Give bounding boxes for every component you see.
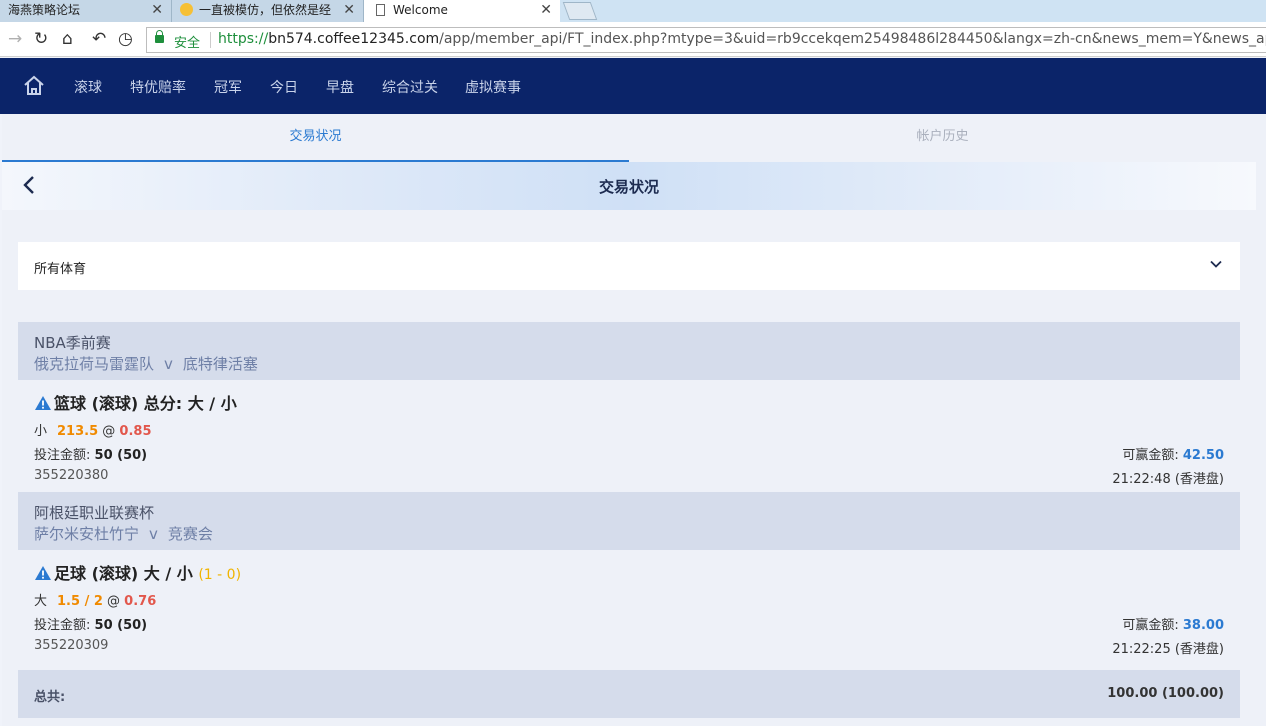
stake-line: 投注金额: 50 (50) [34,444,147,463]
match-header: NBA季前赛 俄克拉荷马雷霆队 v 底特律活塞 [18,322,1240,380]
tab-transactions[interactable]: 交易状况 [2,114,629,162]
home-icon[interactable]: ⌂ [62,29,73,49]
bet-selection: 小 213.5 @ 0.85 [34,420,152,439]
win-value: 42.50 [1182,448,1224,463]
win-value: 38.00 [1182,618,1224,633]
bet-time: 21:22:48 (香港盘) [1112,472,1224,487]
odds-value: 0.76 [124,594,157,609]
browser-tab[interactable]: 一直被模仿，但依然是经 ✕ [172,0,364,22]
browser-toolbar: → ↻ ⌂ ↶ ◷ 安全 https://bn574.coffee12345.c… [0,22,1266,57]
lock-icon [155,30,164,43]
tab-title: Welcome [393,3,448,17]
document-icon [376,4,385,16]
menu-item-special-odds[interactable]: 特优赔率 [130,77,186,97]
url-scheme: https:// [218,31,269,47]
ticket-id: 355220309 [34,638,109,653]
menu-item-parlay[interactable]: 综合过关 [382,77,438,97]
win-label: 可赢金额: [1122,618,1179,633]
new-tab-button[interactable] [562,2,598,20]
tab-account-history[interactable]: 帐户历史 [629,114,1256,162]
close-icon[interactable]: ✕ [540,0,552,20]
away-team: 底特律活塞 [182,355,258,373]
home-icon[interactable] [22,74,46,98]
total-value: 100.00 (100.00) [1107,686,1224,701]
handicap-value: 1.5 / 2 [57,594,103,609]
menu-item-today[interactable]: 今日 [270,77,298,97]
page-subheader: 交易状况 [2,162,1256,210]
live-score: (1 - 0) [198,567,242,583]
browser-tab-active[interactable]: Welcome ✕ [364,0,560,22]
at-symbol: @ [102,424,116,439]
url-text: https://bn574.coffee12345.com/app/member… [218,31,1266,47]
menu-item-virtual[interactable]: 虚拟赛事 [465,77,521,97]
bet-item: 篮球 (滚球) 总分: 大 / 小 小 213.5 @ 0.85 投注金额: 50… [18,380,1240,492]
stake-line: 投注金额: 50 (50) [34,614,147,633]
odds-value: 0.85 [119,424,152,439]
forward-icon[interactable]: → [8,29,22,49]
bet-market: 足球 (滚球) 大 / 小 (1 - 0) [34,560,241,584]
away-team: 竞赛会 [167,525,213,543]
bet-time: 21:22:25 (香港盘) [1112,642,1224,657]
sport-filter-dropdown[interactable]: 所有体育 [18,242,1240,290]
total-bar: 总共: 100.00 (100.00) [18,670,1240,718]
chevron-down-icon [1210,260,1222,268]
history-icon[interactable]: ◷ [118,29,133,49]
favicon-icon [180,3,193,16]
selection-label: 大 [34,594,48,609]
undo-icon[interactable]: ↶ [92,29,106,49]
divider [210,32,211,48]
vs-label: v [149,525,158,543]
tab-title: 海燕策略论坛 [8,3,81,17]
win-line: 可赢金额: 38.00 [1122,614,1224,633]
stake-label: 投注金额: [34,448,91,463]
warning-icon [35,566,51,580]
win-line: 可赢金额: 42.50 [1122,444,1224,463]
match-teams: 萨尔米安杜竹宁 v 竞赛会 [34,523,213,544]
home-team: 俄克拉荷马雷霆队 [34,355,155,373]
stake-label: 投注金额: [34,618,91,633]
app-header: 滚球 特优赔率 冠军 今日 早盘 综合过关 虚拟赛事 [0,58,1266,114]
market-label: 篮球 (滚球) 总分: 大 / 小 [54,394,237,413]
account-tabs: 交易状况 帐户历史 [2,114,1256,162]
league-name: NBA季前赛 [34,334,111,352]
address-bar[interactable]: 安全 https://bn574.coffee12345.com/app/mem… [146,27,1266,53]
bet-item: 足球 (滚球) 大 / 小 (1 - 0) 大 1.5 / 2 @ 0.76 投注… [18,550,1240,662]
url-host: bn574.coffee12345.com [268,31,440,47]
reload-icon[interactable]: ↻ [34,29,48,49]
market-label: 足球 (滚球) 大 / 小 [54,564,193,583]
close-icon[interactable]: ✕ [343,0,355,20]
main-content: 交易状况 帐户历史 交易状况 所有体育 NBA季前赛 俄克拉荷马雷霆队 v 底特律活… [2,114,1266,726]
menu-item-early[interactable]: 早盘 [326,77,354,97]
vs-label: v [164,355,173,373]
menu-item-inplay[interactable]: 滚球 [74,77,102,97]
browser-tab[interactable]: 海燕策略论坛 ✕ [0,0,172,22]
stake-value: 50 (50) [94,448,148,463]
browser-tab-strip: 海燕策略论坛 ✕ 一直被模仿，但依然是经 ✕ Welcome ✕ [0,0,1266,22]
total-label: 总共: [34,690,66,705]
ticket-id: 355220380 [34,468,109,483]
close-icon[interactable]: ✕ [151,0,163,20]
selection-label: 小 [34,424,48,439]
menu-item-outright[interactable]: 冠军 [214,77,242,97]
stake-value: 50 (50) [94,618,148,633]
match-header: 阿根廷职业联赛杯 萨尔米安杜竹宁 v 竞赛会 [18,492,1240,550]
bet-market: 篮球 (滚球) 总分: 大 / 小 [34,390,237,414]
bet-selection: 大 1.5 / 2 @ 0.76 [34,590,156,609]
match-teams: 俄克拉荷马雷霆队 v 底特律活塞 [34,353,258,374]
tab-title: 一直被模仿，但依然是经 [199,3,332,17]
page-title: 交易状况 [598,178,659,196]
at-symbol: @ [107,594,121,609]
url-path: /app/member_api/FT_index.php?mtype=3&uid… [439,31,1266,47]
league-name: 阿根廷职业联赛杯 [34,504,155,522]
sport-filter-value: 所有体育 [34,262,87,277]
home-team: 萨尔米安杜竹宁 [34,525,140,543]
win-label: 可赢金额: [1122,448,1179,463]
warning-icon [35,396,51,410]
handicap-value: 213.5 [57,424,99,439]
secure-label: 安全 [174,36,201,51]
